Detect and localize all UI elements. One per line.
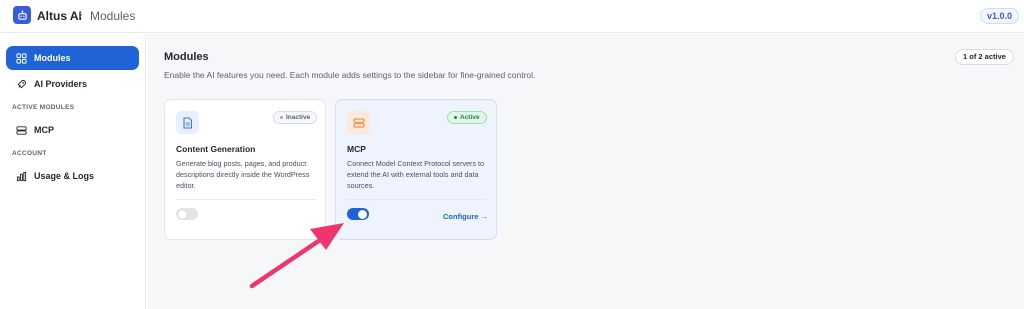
card-description: Connect Model Context Protocol servers t…: [347, 159, 485, 190]
status-dot-icon: [280, 116, 283, 119]
card-description: Generate blog posts, pages, and product …: [176, 159, 310, 190]
page-subtitle: Enable the AI features you need. Each mo…: [164, 70, 536, 80]
sidebar-item-label: Modules: [34, 53, 71, 63]
bar-chart-icon: [16, 171, 27, 182]
app-name[interactable]: Altus AI: [37, 9, 82, 23]
module-card-mcp: Active MCP Connect Model Context Protoco…: [335, 99, 497, 240]
section-label-account: ACCOUNT: [12, 150, 47, 157]
toggle-knob: [358, 209, 367, 219]
status-label: Inactive: [286, 114, 311, 121]
module-toggle[interactable]: [176, 208, 198, 220]
card-divider: [176, 199, 316, 200]
breadcrumb-current: Modules: [90, 9, 136, 23]
server-icon: [16, 125, 27, 136]
module-toggle[interactable]: [347, 208, 369, 220]
sidebar-item-ai-providers[interactable]: AI Providers: [6, 72, 139, 96]
document-icon: [176, 111, 199, 134]
app-logo-icon[interactable]: [13, 6, 31, 24]
configure-link[interactable]: Configure →: [443, 212, 488, 221]
sidebar-item-usage-logs[interactable]: Usage & Logs: [6, 164, 139, 188]
sidebar: Modules AI Providers ACTIVE MODULES MCP …: [0, 34, 146, 309]
page-title: Modules: [164, 51, 209, 63]
section-label-active-modules: ACTIVE MODULES: [12, 104, 75, 111]
card-title: MCP: [347, 144, 366, 154]
main-content: Modules Enable the AI features you need.…: [147, 34, 1024, 309]
sidebar-item-mcp[interactable]: MCP: [6, 118, 139, 142]
card-divider: [347, 199, 487, 200]
active-count-badge: 1 of 2 active: [955, 49, 1014, 65]
rocket-icon: [16, 79, 27, 90]
sidebar-item-label: AI Providers: [34, 79, 88, 89]
status-dot-icon: [454, 116, 457, 119]
sidebar-item-label: Usage & Logs: [34, 171, 95, 181]
sidebar-item-label: MCP: [34, 125, 54, 135]
status-badge: Active: [447, 111, 487, 124]
modules-grid-icon: [16, 52, 27, 64]
server-stack-icon: [347, 111, 370, 134]
card-title: Content Generation: [176, 144, 256, 154]
status-label: Active: [460, 114, 480, 121]
breadcrumb-separator: ›: [79, 9, 83, 21]
toggle-knob: [178, 209, 187, 219]
top-bar: Altus AI › Modules v1.0.0: [0, 0, 1024, 33]
module-card-content-generation: Inactive Content Generation Generate blo…: [164, 99, 326, 240]
status-badge: Inactive: [273, 111, 318, 124]
version-badge: v1.0.0: [980, 8, 1020, 24]
sidebar-item-modules[interactable]: Modules: [6, 46, 139, 70]
